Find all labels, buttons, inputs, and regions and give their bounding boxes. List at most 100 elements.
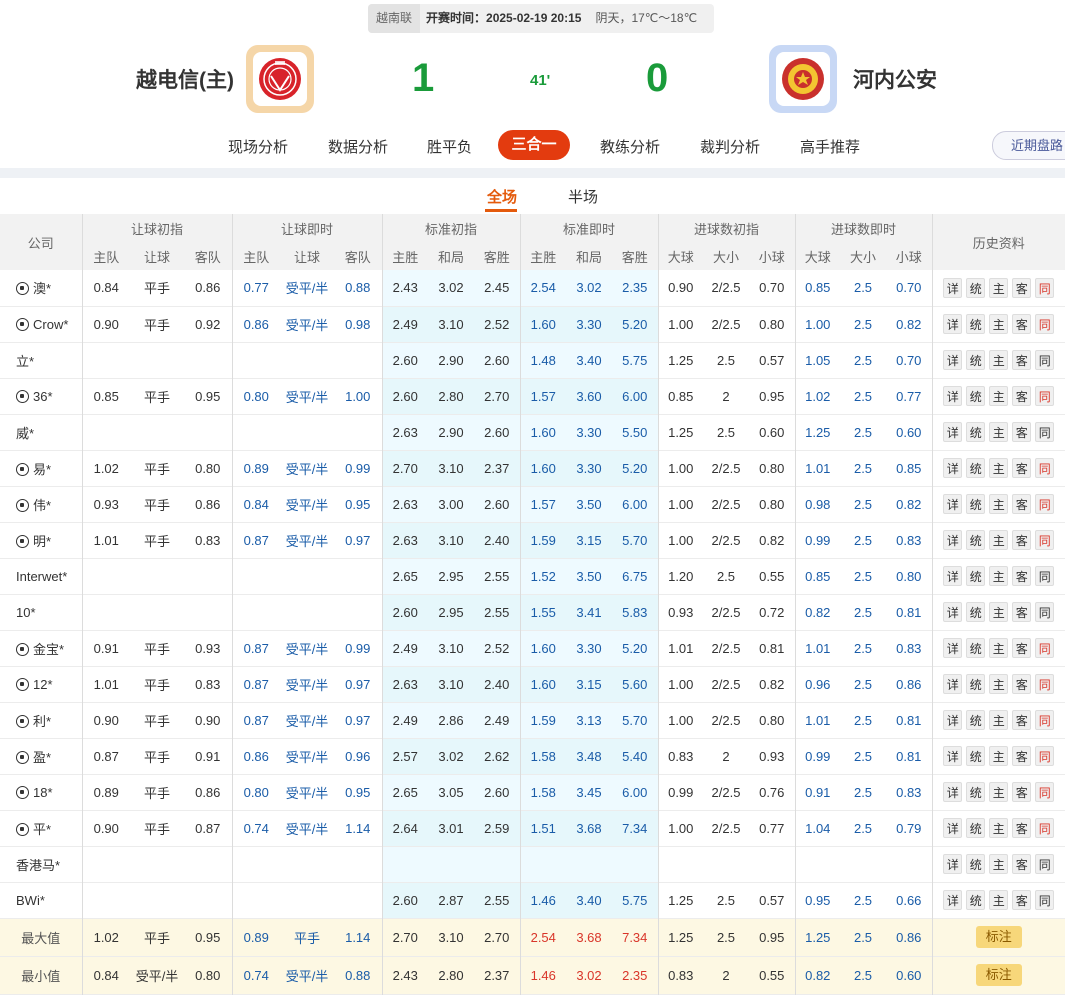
home-button[interactable]: 主 [989,710,1009,730]
away-button[interactable]: 客 [1012,746,1032,766]
same-button[interactable]: 同 [1035,314,1055,334]
away-button[interactable]: 客 [1012,674,1032,694]
stats-button[interactable]: 统 [966,458,986,478]
away-button[interactable]: 客 [1012,818,1032,838]
away-button[interactable]: 客 [1012,458,1032,478]
detail-button[interactable]: 详 [943,350,963,370]
company-cell[interactable]: 10* [0,594,83,630]
stats-button[interactable]: 统 [966,386,986,406]
detail-button[interactable]: 详 [943,674,963,694]
recent-trend-button[interactable]: 近期盘路 [992,131,1065,160]
stats-button[interactable]: 统 [966,422,986,442]
detail-button[interactable]: 详 [943,854,963,874]
away-button[interactable]: 客 [1012,386,1032,406]
same-button[interactable]: 同 [1035,494,1055,514]
detail-button[interactable]: 详 [943,386,963,406]
home-button[interactable]: 主 [989,854,1009,874]
same-button[interactable]: 同 [1035,782,1055,802]
home-button[interactable]: 主 [989,386,1009,406]
away-button[interactable]: 客 [1012,782,1032,802]
stats-button[interactable]: 统 [966,818,986,838]
company-cell[interactable]: 盈* [0,738,83,774]
company-cell[interactable]: 澳* [0,270,83,306]
stats-button[interactable]: 统 [966,602,986,622]
company-cell[interactable]: 金宝* [0,630,83,666]
company-cell[interactable]: 立* [0,342,83,378]
same-button[interactable]: 同 [1035,566,1055,586]
away-team-name[interactable]: 河内公安 [853,64,937,94]
stats-button[interactable]: 统 [966,638,986,658]
same-button[interactable]: 同 [1035,350,1055,370]
detail-button[interactable]: 详 [943,494,963,514]
detail-button[interactable]: 详 [943,638,963,658]
away-button[interactable]: 客 [1012,530,1032,550]
home-button[interactable]: 主 [989,422,1009,442]
same-button[interactable]: 同 [1035,890,1055,910]
away-button[interactable]: 客 [1012,890,1032,910]
stats-button[interactable]: 统 [966,854,986,874]
home-button[interactable]: 主 [989,674,1009,694]
tab-expert-picks[interactable]: 高手推荐 [800,136,860,157]
mark-button[interactable]: 标注 [975,964,1022,986]
away-button[interactable]: 客 [1012,350,1032,370]
same-button[interactable]: 同 [1035,710,1055,730]
stats-button[interactable]: 统 [966,530,986,550]
home-team-logo[interactable] [246,45,314,113]
home-button[interactable]: 主 [989,277,1009,298]
company-cell[interactable]: 明* [0,522,83,558]
same-button[interactable]: 同 [1035,422,1055,442]
tab-referee-analysis[interactable]: 裁判分析 [700,136,760,157]
stats-button[interactable]: 统 [966,494,986,514]
away-button[interactable]: 客 [1012,710,1032,730]
detail-button[interactable]: 详 [943,530,963,550]
detail-button[interactable]: 详 [943,890,963,910]
same-button[interactable]: 同 [1035,277,1055,298]
company-cell[interactable]: 伟* [0,486,83,522]
company-cell[interactable]: 36* [0,378,83,414]
away-button[interactable]: 客 [1012,494,1032,514]
detail-button[interactable]: 详 [943,566,963,586]
away-button[interactable]: 客 [1012,566,1032,586]
tab-full-time[interactable]: 全场 [487,186,517,207]
away-team-logo[interactable] [769,45,837,113]
same-button[interactable]: 同 [1035,746,1055,766]
stats-button[interactable]: 统 [966,350,986,370]
home-button[interactable]: 主 [989,746,1009,766]
away-button[interactable]: 客 [1012,854,1032,874]
company-cell[interactable]: 易* [0,450,83,486]
same-button[interactable]: 同 [1035,638,1055,658]
home-button[interactable]: 主 [989,350,1009,370]
home-button[interactable]: 主 [989,494,1009,514]
detail-button[interactable]: 详 [943,818,963,838]
tab-three-in-one[interactable]: 三合一 [498,130,570,160]
company-cell[interactable]: Crow* [0,306,83,342]
home-button[interactable]: 主 [989,458,1009,478]
home-team-name[interactable]: 越电信(主) [136,64,234,94]
mark-button[interactable]: 标注 [975,926,1022,948]
stats-button[interactable]: 统 [966,746,986,766]
home-button[interactable]: 主 [989,602,1009,622]
stats-button[interactable]: 统 [966,782,986,802]
home-button[interactable]: 主 [989,782,1009,802]
stats-button[interactable]: 统 [966,710,986,730]
same-button[interactable]: 同 [1035,674,1055,694]
home-button[interactable]: 主 [989,638,1009,658]
home-button[interactable]: 主 [989,314,1009,334]
same-button[interactable]: 同 [1035,818,1055,838]
detail-button[interactable]: 详 [943,422,963,442]
away-button[interactable]: 客 [1012,422,1032,442]
tab-win-draw-loss[interactable]: 胜平负 [427,136,472,157]
home-button[interactable]: 主 [989,566,1009,586]
stats-button[interactable]: 统 [966,890,986,910]
detail-button[interactable]: 详 [943,782,963,802]
tab-data-analysis[interactable]: 数据分析 [328,136,388,157]
stats-button[interactable]: 统 [966,674,986,694]
away-button[interactable]: 客 [1012,602,1032,622]
home-button[interactable]: 主 [989,890,1009,910]
same-button[interactable]: 同 [1035,602,1055,622]
league-label[interactable]: 越南联 [368,4,421,33]
stats-button[interactable]: 统 [966,277,986,298]
detail-button[interactable]: 详 [943,710,963,730]
away-button[interactable]: 客 [1012,638,1032,658]
detail-button[interactable]: 详 [943,314,963,334]
